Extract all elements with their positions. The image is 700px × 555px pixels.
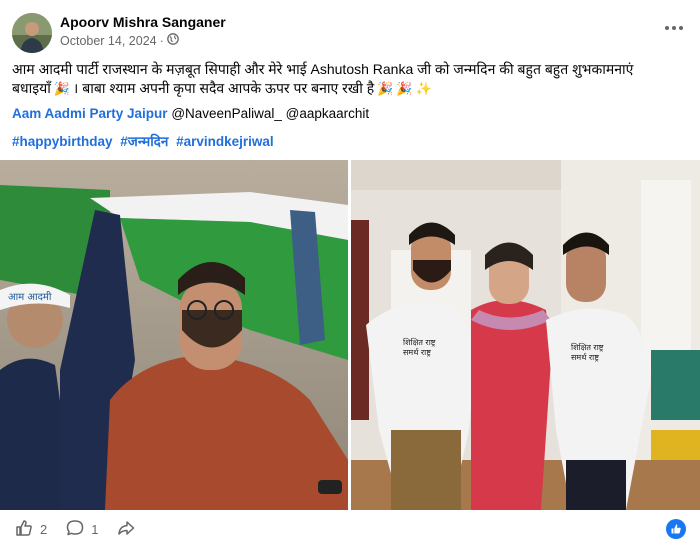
like-button[interactable]: 2 <box>14 518 47 541</box>
sparkles-emoji: ✨ <box>415 81 432 96</box>
cap-text: आम आदमी <box>8 291 52 303</box>
comment-button[interactable]: 1 <box>65 518 98 541</box>
like-reaction-icon[interactable] <box>666 519 686 539</box>
post-date[interactable]: October 14, 2024 <box>60 34 157 48</box>
comment-count: 1 <box>91 522 99 537</box>
comment-icon <box>65 518 85 541</box>
post-text-line-1: आम आदमी पार्टी राजस्थान के मज़बूत सिपाही… <box>12 61 634 77</box>
action-bar: 2 1 <box>14 518 154 541</box>
post-header: Apoorv Mishra Sanganer October 14, 2024 … <box>12 12 688 53</box>
mention-user[interactable]: @aapkaarchit <box>286 106 370 121</box>
author-name[interactable]: Apoorv Mishra Sanganer <box>60 14 226 30</box>
post-text-line-2: बधाइयाँ 🎉 । बाबा श्याम अपनी कृपा सदैव आप… <box>12 79 688 98</box>
shirt-text: समर्थ राष्ट्र <box>571 352 599 362</box>
hashtag[interactable]: #जन्मदिन <box>120 134 168 149</box>
hashtags: #happybirthday #जन्मदिन #arvindkejriwal <box>12 132 278 150</box>
globe-icon[interactable] <box>166 33 179 48</box>
party-popper-emoji: 🎉 <box>396 81 413 96</box>
party-popper-emoji: 🎉 <box>53 81 71 96</box>
like-count: 2 <box>40 522 48 537</box>
share-button[interactable] <box>116 518 136 541</box>
post-meta: October 14, 2024 · <box>60 33 179 48</box>
meta-separator: · <box>159 33 164 48</box>
share-icon <box>116 518 136 541</box>
post-photo-2[interactable]: शिक्षित राष्ट्र समर्थ राष्ट्र शिक्षित रा… <box>351 160 700 510</box>
hashtag[interactable]: #arvindkejriwal <box>176 134 274 149</box>
mention-user[interactable]: @NaveenPaliwal_ <box>171 106 282 121</box>
mentions: Aam Aadmi Party Jaipur @NaveenPaliwal_ @… <box>12 106 369 121</box>
mention-page[interactable]: Aam Aadmi Party Jaipur <box>12 106 168 121</box>
shirt-text: शिक्षित राष्ट्र <box>571 342 604 352</box>
post-text-line-2b: । बाबा श्याम अपनी कृपा सदैव आपके ऊपर पर … <box>73 80 375 96</box>
post-photo-1[interactable]: आम आदमी <box>0 160 348 510</box>
party-popper-emoji: 🎉 <box>377 81 394 96</box>
post-text: आम आदमी पार्टी राजस्थान के मज़बूत सिपाही… <box>12 60 688 98</box>
avatar[interactable] <box>12 13 52 53</box>
shirt-text: शिक्षित राष्ट्र <box>403 337 436 347</box>
shirt-text: समर्थ राष्ट्र <box>403 347 431 357</box>
hashtag[interactable]: #happybirthday <box>12 134 113 149</box>
post-text-line-2a: बधाइयाँ <box>12 80 51 96</box>
more-options-icon[interactable] <box>664 18 684 38</box>
thumbs-up-icon <box>14 518 34 541</box>
